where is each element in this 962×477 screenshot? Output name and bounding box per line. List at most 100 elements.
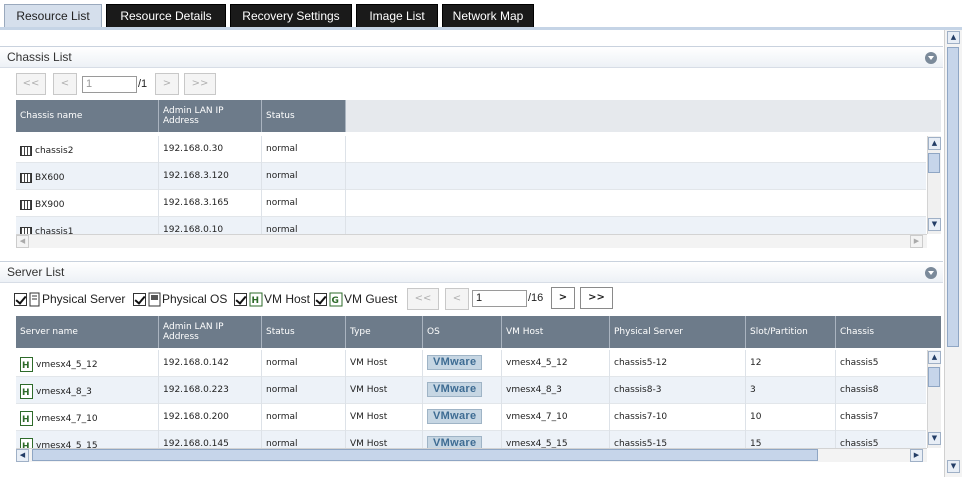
- checkbox-checked-icon[interactable]: [14, 292, 27, 306]
- slot-cell: 3: [746, 377, 836, 404]
- chassis-grid-header: Chassis name Admin LAN IP Address Status: [16, 100, 346, 132]
- vm-host-icon: H: [20, 357, 33, 372]
- scroll-thumb[interactable]: [32, 449, 818, 461]
- column-header-admin-lan-ip[interactable]: Admin LAN IP Address: [159, 316, 262, 348]
- scroll-left-icon[interactable]: ◀: [16, 235, 29, 248]
- chassis-name-cell: BX600: [16, 163, 159, 190]
- column-header-server-name[interactable]: Server name: [16, 316, 159, 348]
- ip-cell: 192.168.0.145: [159, 431, 262, 448]
- chassis-page-input[interactable]: 1: [82, 76, 137, 93]
- vm-host-icon: H: [20, 438, 33, 448]
- status-cell: normal: [262, 350, 346, 377]
- table-row[interactable]: BX900 192.168.3.165 normal: [16, 190, 926, 217]
- vm-host-cell: vmesx4_8_3: [502, 377, 610, 404]
- scroll-right-icon[interactable]: ▶: [910, 235, 923, 248]
- column-header-slot-partition[interactable]: Slot/Partition: [746, 316, 836, 348]
- scroll-up-icon[interactable]: ▲: [928, 351, 941, 364]
- physical-server-icon: [29, 292, 40, 306]
- table-row[interactable]: Hvmesx4_5_12 192.168.0.142 normal VM Hos…: [16, 350, 926, 377]
- table-row[interactable]: Hvmesx4_8_3 192.168.0.223 normal VM Host…: [16, 377, 926, 404]
- page-vertical-scrollbar[interactable]: ▲ ▼: [944, 30, 962, 477]
- ip-cell: 192.168.0.30: [159, 136, 262, 163]
- chassis-next-page-button[interactable]: >: [155, 73, 179, 95]
- checkbox-checked-icon[interactable]: [314, 292, 327, 306]
- collapse-server-list-icon[interactable]: [925, 267, 937, 279]
- filter-physical-os[interactable]: Physical OS: [133, 291, 227, 307]
- status-cell: normal: [262, 404, 346, 431]
- scroll-down-icon[interactable]: ▼: [928, 218, 941, 231]
- chassis-cell: chassis5: [836, 350, 926, 377]
- chassis-prev-page-button[interactable]: <: [53, 73, 77, 95]
- table-row[interactable]: chassis2 192.168.0.30 normal: [16, 136, 926, 163]
- column-header-chassis-name[interactable]: Chassis name: [16, 100, 159, 132]
- column-header-physical-server[interactable]: Physical Server: [610, 316, 746, 348]
- column-header-chassis[interactable]: Chassis: [836, 316, 941, 348]
- filter-vm-guest[interactable]: G VM Guest: [314, 291, 397, 307]
- scroll-left-icon[interactable]: ◀: [16, 449, 29, 462]
- checkbox-checked-icon[interactable]: [234, 292, 247, 306]
- ip-cell: 192.168.3.120: [159, 163, 262, 190]
- checkbox-checked-icon[interactable]: [133, 292, 146, 306]
- scroll-thumb[interactable]: [928, 367, 940, 387]
- scroll-up-icon[interactable]: ▲: [947, 31, 960, 44]
- chassis-last-page-button[interactable]: >>: [184, 73, 216, 95]
- scroll-right-icon[interactable]: ▶: [910, 449, 923, 462]
- scroll-down-icon[interactable]: ▼: [947, 460, 960, 473]
- tab-network-map[interactable]: Network Map: [442, 4, 534, 27]
- filter-vm-host[interactable]: H VM Host: [234, 291, 310, 307]
- table-row[interactable]: chassis1 192.168.0.10 normal: [16, 217, 926, 234]
- server-first-page-button[interactable]: <<: [407, 288, 439, 310]
- column-header-vm-host[interactable]: VM Host: [502, 316, 610, 348]
- chassis-list-header: Chassis List: [0, 46, 943, 68]
- physical-server-cell: chassis5-12: [610, 350, 746, 377]
- filter-physical-server[interactable]: Physical Server: [14, 291, 125, 307]
- server-horizontal-scrollbar[interactable]: ◀ ▶: [16, 448, 927, 462]
- scroll-up-icon[interactable]: ▲: [928, 137, 941, 150]
- table-row[interactable]: BX600 192.168.3.120 normal: [16, 163, 926, 190]
- type-cell: VM Host: [346, 377, 423, 404]
- status-cell: normal: [262, 190, 346, 217]
- scroll-thumb[interactable]: [947, 47, 959, 347]
- chassis-page-total: /1: [138, 78, 148, 90]
- server-vertical-scrollbar[interactable]: ▲ ▼: [927, 350, 941, 448]
- column-header-os[interactable]: OS: [423, 316, 502, 348]
- server-prev-page-button[interactable]: <: [445, 288, 469, 310]
- type-cell: VM Host: [346, 431, 423, 448]
- chassis-name-cell: chassis1: [16, 217, 159, 234]
- chassis-first-page-button[interactable]: <<: [16, 73, 46, 95]
- table-row[interactable]: Hvmesx4_7_10 192.168.0.200 normal VM Hos…: [16, 404, 926, 431]
- svg-text:H: H: [22, 361, 30, 371]
- physical-server-cell: chassis7-10: [610, 404, 746, 431]
- os-cell: VMware: [423, 404, 502, 431]
- scroll-thumb[interactable]: [928, 153, 940, 173]
- table-row[interactable]: Hvmesx4_5_15 192.168.0.145 normal VM Hos…: [16, 431, 926, 448]
- column-header-status[interactable]: Status: [262, 316, 346, 348]
- tab-image-list[interactable]: Image List: [356, 4, 438, 27]
- tab-resource-list[interactable]: Resource List: [4, 4, 102, 27]
- vm-host-icon: H: [249, 292, 263, 306]
- vmware-logo: VMware: [427, 382, 483, 397]
- chassis-vertical-scrollbar[interactable]: ▲ ▼: [927, 136, 941, 234]
- chassis-cell: chassis5: [836, 431, 926, 448]
- status-cell: normal: [262, 377, 346, 404]
- scroll-down-icon[interactable]: ▼: [928, 432, 941, 445]
- vmware-logo: VMware: [427, 355, 483, 370]
- server-page-input[interactable]: 1: [472, 290, 527, 307]
- os-cell: VMware: [423, 350, 502, 377]
- type-cell: VM Host: [346, 350, 423, 377]
- tab-resource-details[interactable]: Resource Details: [106, 4, 226, 27]
- server-last-page-button[interactable]: >>: [580, 287, 613, 309]
- ip-cell: 192.168.0.10: [159, 217, 262, 234]
- type-cell: VM Host: [346, 404, 423, 431]
- column-header-admin-lan-ip[interactable]: Admin LAN IP Address: [159, 100, 262, 132]
- status-cell: normal: [262, 431, 346, 448]
- vm-host-icon: H: [20, 384, 33, 399]
- column-header-type[interactable]: Type: [346, 316, 423, 348]
- server-list-title: Server List: [7, 265, 65, 279]
- collapse-chassis-list-icon[interactable]: [925, 52, 937, 64]
- server-next-page-button[interactable]: >: [551, 287, 575, 309]
- chassis-grid-body: chassis2 192.168.0.30 normal BX600 192.1…: [16, 136, 926, 234]
- tab-recovery-settings[interactable]: Recovery Settings: [230, 4, 352, 27]
- chassis-horizontal-scrollbar[interactable]: ◀ ▶: [16, 234, 927, 248]
- column-header-status[interactable]: Status: [262, 100, 346, 132]
